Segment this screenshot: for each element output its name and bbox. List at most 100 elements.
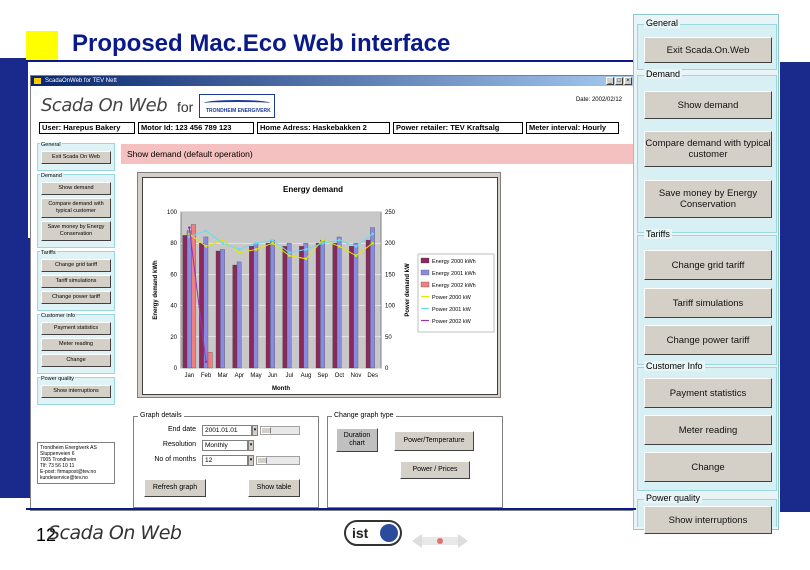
footer-line [26,508,636,510]
app-icon [34,78,41,84]
app-compare-demand-button[interactable]: Compare demand with typical customer [41,198,111,218]
end-date-spinner[interactable]: ▾ [252,425,258,436]
slide-left-bar [0,58,28,498]
app-payment-statistics-button[interactable]: Payment statistics [41,322,111,335]
motor-id-field: Motor Id: 123 456 789 123 [138,122,254,134]
slide-title: Proposed Mac.Eco Web interface [72,30,451,57]
y2-axis-label: Power demand kW [405,263,411,317]
y2-tick-label: 100 [385,304,396,310]
bar-energy-2000-kwh [282,246,288,369]
partner-logo: TRONDHEIM ENERGIVERK [199,94,275,118]
meter-interval-field: Meter interval: Hourly [526,122,619,134]
resolution-dropdown-icon[interactable]: ▾ [248,440,254,451]
point-power-2001-kw [371,232,374,236]
chart-frame: Energy demand 100 80 60 40 20 0 250 200 150 100 50 0… [137,172,501,398]
group-caption: Power quality [40,376,76,382]
months-label: No of months [154,456,196,463]
payment-statistics-button[interactable]: Payment statistics [644,378,772,408]
point-power-2001-kw [204,229,208,233]
app-show-demand-button[interactable]: Show demand [41,182,111,195]
x-tick-label: Sep [317,373,328,379]
app-meter-reading-button[interactable]: Meter reading [41,338,111,351]
minimize-icon[interactable]: _ [606,77,614,85]
panel-group-power-quality: Power quality Show interruptions [637,493,777,534]
bar-energy-2001-kwh [303,243,309,369]
app-change-button[interactable]: Change [41,354,111,367]
y-tick-label: 100 [167,210,178,216]
chart-title: Energy demand [283,185,343,194]
y-tick-label: 40 [170,304,177,310]
close-icon[interactable]: × [624,77,632,85]
duration-chart-button[interactable]: Duration chart [336,428,378,452]
x-axis-label: Month [272,386,290,392]
change-graph-type-panel: Change graph type Duration chart Power/T… [327,412,503,508]
group-caption: Demand [40,173,63,179]
maximize-icon[interactable]: □ [615,77,623,85]
point-power-2000-kw [321,238,324,242]
end-date-scrollbar[interactable] [260,426,300,435]
point-power-2001-kw [304,248,308,251]
x-tick-label: Mar [217,373,227,379]
app-group-general: General Exit Scada On Web [37,142,115,171]
bar-energy-2001-kwh [270,239,275,369]
change-customer-info-button[interactable]: Change [644,452,772,482]
group-caption: Tariffs [40,250,57,256]
point-power-2002-kw [188,226,191,229]
app-change-power-tariff-button[interactable]: Change power tariff [41,291,111,304]
slide: Proposed Mac.Eco Web interface ScadaOnWe… [0,0,810,570]
compare-demand-button[interactable]: Compare demand with typical customer [644,131,772,167]
x-tick-label: Nov [351,373,362,379]
energy-demand-chart: Energy demand 100 80 60 40 20 0 250 200 150 100 50 0… [142,177,498,395]
slide-right-bar [780,62,810,512]
meter-reading-button[interactable]: Meter reading [644,415,772,445]
arrow-logo-icon [412,534,468,548]
bar-energy-2001-kwh [370,227,375,369]
show-table-button[interactable]: Show table [248,479,300,497]
tariff-simulations-button[interactable]: Tariff simulations [644,288,772,318]
legend-entry: Power 2002 kW [432,319,472,325]
months-input[interactable]: 12 [202,455,248,466]
section-header: Show demand (default operation) [121,144,634,164]
bar-energy-2000-kwh [349,246,354,369]
app-exit-button[interactable]: Exit Scada On Web [41,151,111,164]
point-power-2000-kw [371,241,374,245]
panel-group-caption: Tariffs [644,229,672,239]
y2-tick-label: 0 [385,366,389,372]
save-money-button[interactable]: Save money by Energy Conservation [644,180,772,218]
app-change-grid-tariff-button[interactable]: Change grid tariff [41,259,111,272]
app-save-money-button[interactable]: Save money by Energy Conservation [41,221,111,241]
point-power-2000-kw [271,241,274,245]
power-prices-button[interactable]: Power / Prices [400,461,470,479]
point-power-2000-kw [354,254,358,257]
title-bullet-square [26,31,58,61]
months-spinner[interactable]: ▾ [248,455,254,466]
bar-energy-2001-kwh [320,239,325,369]
end-date-input[interactable]: 2001.01.01 [202,425,252,436]
y2-tick-label: 250 [385,210,396,216]
change-grid-tariff-button[interactable]: Change grid tariff [644,250,772,280]
exit-scada-button[interactable]: Exit Scada.On.Web [644,37,772,63]
show-demand-button[interactable]: Show demand [644,91,772,119]
partner-logo-text: TRONDHEIM ENERGIVERK [206,108,271,114]
app-show-interruptions-button[interactable]: Show interruptions [41,385,111,398]
panel-group-demand: Demand Show demand Compare demand with t… [637,69,777,233]
point-power-2001-kw [321,241,324,245]
bar-energy-2000-kwh [332,243,338,369]
right-panel: General Exit Scada.On.Web Demand Show de… [633,14,779,534]
resolution-select[interactable]: Monthly [202,440,248,451]
point-power-2000-kw [238,251,241,254]
y-tick-label: 0 [174,366,178,372]
panel-group-caption: Customer Info [644,361,705,371]
x-tick-label: Des [367,373,378,379]
change-power-tariff-button[interactable]: Change power tariff [644,325,772,355]
graph-details-panel: Graph details End date 2001.01.01 ▾ Reso… [133,412,319,508]
power-temperature-button[interactable]: Power/Temperature [394,431,474,451]
panel-group-caption: General [644,18,681,28]
title-underline [26,60,636,62]
app-tariff-simulations-button[interactable]: Tariff simulations [41,275,111,288]
bar-energy-2001-kwh [236,261,242,369]
months-scrollbar[interactable] [256,456,300,465]
window-titlebar[interactable]: ScadaOnWeb for TEV Nett _ □ × [31,76,634,86]
refresh-graph-button[interactable]: Refresh graph [144,479,206,497]
show-interruptions-button[interactable]: Show interruptions [644,506,772,534]
